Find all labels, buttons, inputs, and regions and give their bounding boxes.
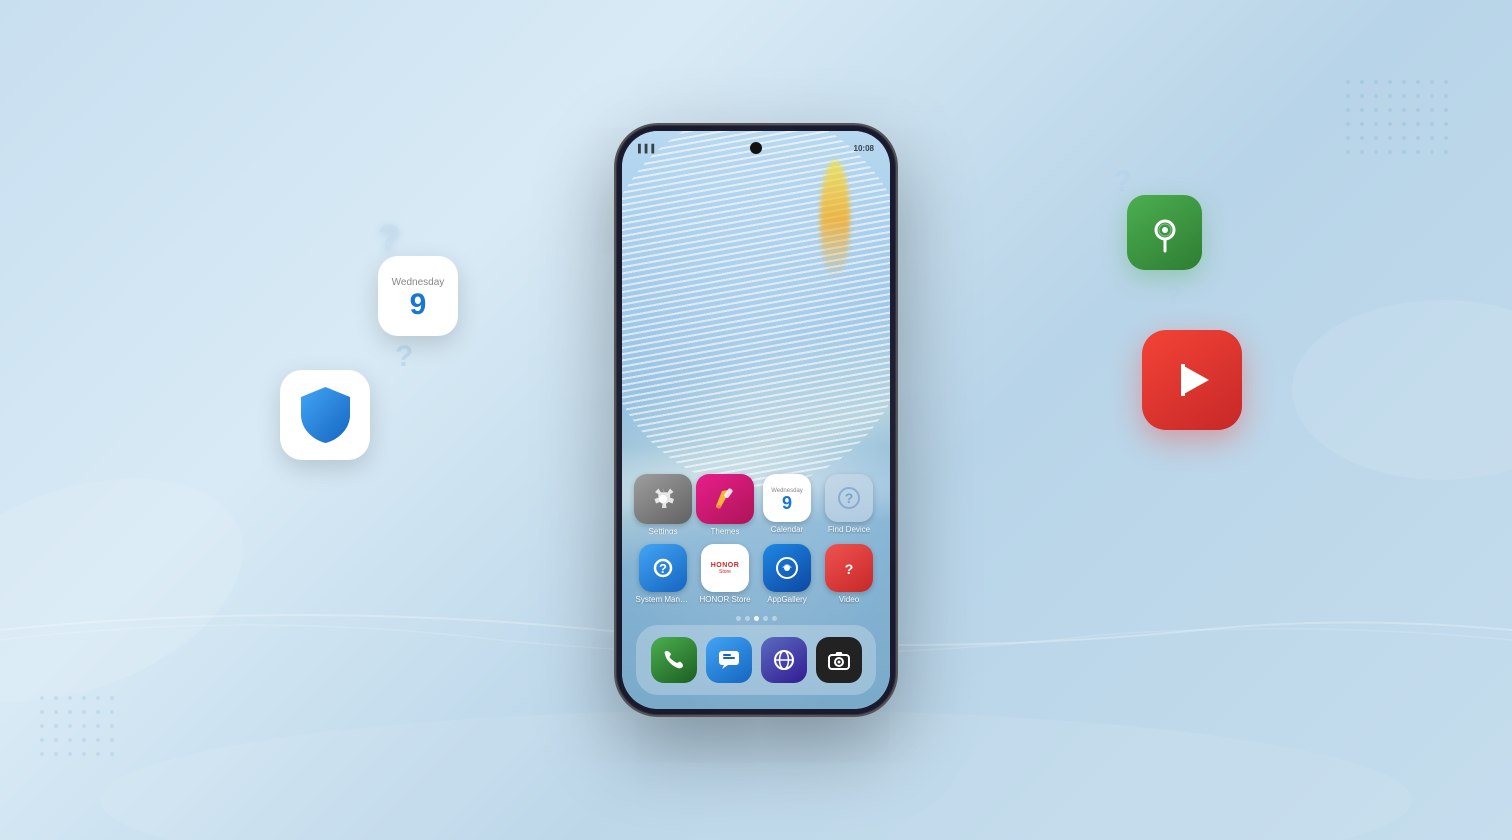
phone-wallpaper bbox=[622, 131, 890, 709]
honor-sub: Store bbox=[719, 569, 731, 575]
wallpaper-lines bbox=[622, 131, 890, 507]
page-dot-1[interactable] bbox=[736, 616, 741, 621]
video-icon-svg: ? bbox=[836, 555, 862, 581]
calendar-icon[interactable]: Wednesday 9 bbox=[763, 474, 811, 522]
svg-text:?: ? bbox=[659, 561, 667, 576]
question-mark-3: ? bbox=[1114, 165, 1132, 199]
question-mark-4: ? bbox=[1165, 280, 1182, 312]
signal-indicator: ▌▌▌ bbox=[638, 144, 658, 153]
app-appgallery[interactable]: AppGallery bbox=[758, 544, 816, 604]
camera-icon bbox=[826, 647, 852, 673]
find-device-icon-svg: ? bbox=[836, 485, 862, 511]
system-manager-label: System Mana... bbox=[636, 595, 691, 604]
page-dot-4[interactable] bbox=[763, 616, 768, 621]
status-time: 10:08 bbox=[854, 144, 874, 153]
play-icon bbox=[1167, 355, 1217, 405]
svg-text:?: ? bbox=[845, 561, 854, 577]
calendar-icon-inner: Wednesday 9 bbox=[763, 474, 811, 522]
browser-icon bbox=[771, 647, 797, 673]
dock-phone[interactable] bbox=[651, 637, 697, 683]
app-settings[interactable]: Settings bbox=[634, 474, 692, 534]
app-video[interactable]: ? Video bbox=[820, 544, 878, 604]
calendar-float-icon: Wednesday 9 bbox=[378, 256, 458, 336]
shield-icon-bg bbox=[280, 370, 370, 460]
floating-shield bbox=[280, 370, 370, 460]
dock-browser[interactable] bbox=[761, 637, 807, 683]
page-dot-2[interactable] bbox=[745, 616, 750, 621]
shield-icon bbox=[298, 385, 353, 445]
calendar-float-day-num: 9 bbox=[410, 288, 427, 321]
question-mark-1: ? bbox=[378, 220, 458, 256]
app-grid-row1: Settings Themes bbox=[622, 474, 890, 534]
video-icon[interactable]: ? bbox=[825, 544, 873, 592]
phone-dock bbox=[636, 625, 876, 695]
appgallery-icon-svg bbox=[773, 554, 801, 582]
floating-location bbox=[1127, 195, 1202, 270]
page-dot-3[interactable] bbox=[754, 616, 759, 621]
app-honor-store[interactable]: HONOR Store HONOR Store bbox=[696, 544, 754, 604]
calendar-float-day-name: Wednesday bbox=[392, 277, 445, 288]
app-themes[interactable]: Themes bbox=[696, 474, 754, 534]
video-label: Video bbox=[839, 595, 859, 604]
question-mark-2: ? bbox=[395, 340, 413, 374]
themes-label: Themes bbox=[711, 527, 740, 534]
phone-screen: ▌▌▌ 10:08 Settings bbox=[622, 131, 890, 709]
messages-icon bbox=[716, 647, 742, 673]
status-bar: ▌▌▌ 10:08 bbox=[622, 131, 890, 159]
phone-device: ▌▌▌ 10:08 Settings bbox=[616, 125, 896, 715]
settings-icon[interactable] bbox=[634, 474, 692, 524]
app-calendar[interactable]: Wednesday 9 Calendar bbox=[758, 474, 816, 534]
floating-play bbox=[1142, 330, 1242, 430]
find-device-label: Find Device bbox=[828, 525, 870, 534]
location-icon-bg bbox=[1127, 195, 1202, 270]
app-find-device[interactable]: ? Find Device bbox=[820, 474, 878, 534]
play-icon-bg bbox=[1142, 330, 1242, 430]
location-icon bbox=[1145, 213, 1185, 253]
system-manager-icon-svg: ? bbox=[650, 555, 676, 581]
calendar-label: Calendar bbox=[771, 525, 803, 534]
settings-label: Settings bbox=[649, 527, 678, 534]
page-dot-5[interactable] bbox=[772, 616, 777, 621]
wallpaper-accent bbox=[820, 160, 850, 280]
floating-calendar: ? Wednesday 9 bbox=[378, 220, 458, 336]
honor-store-icon[interactable]: HONOR Store bbox=[701, 544, 749, 592]
app-system-manager[interactable]: ? System Mana... bbox=[634, 544, 692, 604]
svg-text:?: ? bbox=[845, 490, 854, 506]
app-grid-row2: ? System Mana... HONOR Store HONOR Store bbox=[622, 544, 890, 604]
honor-store-inner: HONOR Store bbox=[701, 544, 749, 592]
gear-icon bbox=[650, 486, 676, 512]
phone-call-icon bbox=[661, 647, 687, 673]
dock-messages[interactable] bbox=[706, 637, 752, 683]
honor-text: HONOR bbox=[711, 562, 740, 569]
system-manager-icon[interactable]: ? bbox=[639, 544, 687, 592]
page-dots bbox=[622, 616, 890, 621]
honor-store-label: HONOR Store bbox=[699, 595, 750, 604]
find-device-icon[interactable]: ? bbox=[825, 474, 873, 522]
brush-icon bbox=[712, 486, 738, 512]
main-scene: ? Wednesday 9 ? ? bbox=[0, 0, 1512, 840]
dock-camera[interactable] bbox=[816, 637, 862, 683]
camera-notch bbox=[750, 142, 762, 154]
themes-icon[interactable] bbox=[696, 474, 754, 524]
appgallery-icon[interactable] bbox=[763, 544, 811, 592]
appgallery-label: AppGallery bbox=[767, 595, 807, 604]
calendar-day-num: 9 bbox=[782, 494, 792, 512]
